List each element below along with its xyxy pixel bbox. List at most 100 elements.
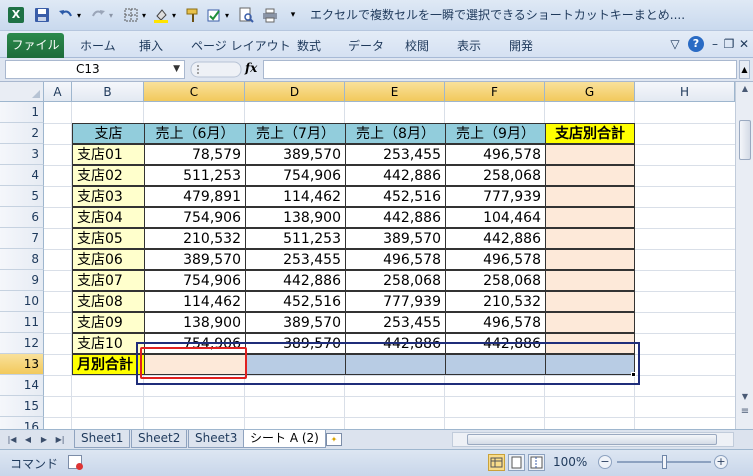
excel-logo-icon[interactable]: X [8, 7, 24, 23]
row-header-1[interactable]: 1 [0, 102, 44, 123]
split-vertical-icon[interactable]: ≡ [739, 406, 751, 417]
cell-e7[interactable]: 389,570 [345, 228, 446, 249]
cell-b5[interactable]: 支店03 [72, 186, 145, 207]
column-header-c[interactable]: C [144, 82, 245, 102]
sheet-tab-sheet1[interactable]: Sheet1 [74, 430, 131, 448]
cell-g5[interactable] [545, 186, 635, 207]
cell-d3[interactable]: 389,570 [245, 144, 346, 165]
sheet-tab-active[interactable]: シート A (2) [243, 430, 326, 448]
scroll-up-icon[interactable]: ▲ [739, 84, 751, 93]
cell-e4[interactable]: 442,886 [345, 165, 446, 186]
column-header-h[interactable]: H [635, 82, 735, 102]
first-sheet-icon[interactable]: |◀ [6, 433, 18, 447]
macro-record-icon[interactable] [68, 455, 83, 470]
cell-e5[interactable]: 452,516 [345, 186, 446, 207]
row-header-15[interactable]: 15 [0, 396, 44, 417]
normal-view-button[interactable] [488, 454, 505, 471]
column-header-g[interactable]: G [545, 82, 635, 102]
cell-e8[interactable]: 496,578 [345, 249, 446, 270]
sheet-tab-sheet3[interactable]: Sheet3 [188, 430, 245, 448]
cell-e3[interactable]: 253,455 [345, 144, 446, 165]
undo-icon[interactable] [58, 7, 74, 23]
column-header-e[interactable]: E [345, 82, 445, 102]
scroll-down-icon[interactable]: ▼ [739, 392, 751, 401]
cell-g10[interactable] [545, 291, 635, 312]
cell-g2[interactable]: 支店別合計 [545, 123, 635, 144]
cell-b2[interactable]: 支店 [72, 123, 145, 144]
cell-d7[interactable]: 511,253 [245, 228, 346, 249]
customize-toolbar-icon[interactable]: ▾ [288, 7, 298, 24]
zoom-slider-thumb[interactable] [662, 455, 667, 469]
cell-b12[interactable]: 支店10 [72, 333, 145, 354]
cell-d2[interactable]: 売上（7月） [245, 123, 346, 144]
zoom-level[interactable]: 100% [553, 455, 587, 469]
insert-function-icon[interactable]: fx [245, 61, 257, 75]
tab-data[interactable]: データ [348, 37, 384, 54]
vertical-scroll-thumb[interactable] [739, 120, 751, 160]
tab-insert[interactable]: 挿入 [139, 37, 163, 54]
name-box[interactable]: C13 ▼ [5, 60, 185, 79]
horizontal-scroll-thumb[interactable] [467, 434, 717, 445]
tab-view[interactable]: 表示 [457, 37, 481, 54]
restore-window-icon[interactable]: ❐ [722, 37, 736, 51]
row-header-4[interactable]: 4 [0, 165, 44, 186]
row-header-9[interactable]: 9 [0, 270, 44, 291]
format-painter-icon[interactable] [185, 7, 201, 23]
cell-c7[interactable]: 210,532 [144, 228, 246, 249]
redo-icon[interactable] [90, 7, 106, 23]
cell-g8[interactable] [545, 249, 635, 270]
cell-d4[interactable]: 754,906 [245, 165, 346, 186]
next-sheet-icon[interactable]: ▶ [38, 433, 50, 447]
cell-f10[interactable]: 210,532 [445, 291, 546, 312]
cell-b11[interactable]: 支店09 [72, 312, 145, 333]
cell-d9[interactable]: 442,886 [245, 270, 346, 291]
row-header-16[interactable]: 16 [0, 417, 44, 429]
cell-c11[interactable]: 138,900 [144, 312, 246, 333]
column-header-a[interactable]: A [44, 82, 72, 102]
cell-b9[interactable]: 支店07 [72, 270, 145, 291]
select-all-corner[interactable] [0, 82, 44, 102]
cell-b4[interactable]: 支店02 [72, 165, 145, 186]
cell-g9[interactable] [545, 270, 635, 291]
last-sheet-icon[interactable]: ▶| [54, 433, 66, 447]
cell-g11[interactable] [545, 312, 635, 333]
borders-dropdown-icon[interactable]: ▾ [140, 7, 148, 24]
cell-e9[interactable]: 258,068 [345, 270, 446, 291]
print-preview-icon[interactable] [238, 7, 254, 23]
zoom-out-button[interactable]: − [598, 455, 612, 469]
cell-f2[interactable]: 売上（9月） [445, 123, 546, 144]
help-icon[interactable]: ? [688, 36, 704, 52]
redo-dropdown-icon[interactable]: ▾ [107, 7, 115, 24]
cell-d8[interactable]: 253,455 [245, 249, 346, 270]
tab-file[interactable]: ファイル [7, 33, 64, 58]
fill-color-dropdown-icon[interactable]: ▾ [170, 7, 178, 24]
minimize-window-icon[interactable]: – [708, 37, 722, 51]
cell-e11[interactable]: 253,455 [345, 312, 446, 333]
cell-c8[interactable]: 389,570 [144, 249, 246, 270]
tab-review[interactable]: 校閲 [405, 37, 429, 54]
row-header-11[interactable]: 11 [0, 312, 44, 333]
cell-c9[interactable]: 754,906 [144, 270, 246, 291]
quick-print-icon[interactable] [262, 7, 278, 23]
row-header-6[interactable]: 6 [0, 207, 44, 228]
cell-b7[interactable]: 支店05 [72, 228, 145, 249]
tab-home[interactable]: ホーム [80, 37, 116, 54]
cell-d5[interactable]: 114,462 [245, 186, 346, 207]
name-box-dropdown-icon[interactable]: ▼ [173, 61, 180, 78]
spell-check-icon[interactable] [206, 7, 222, 23]
prev-sheet-icon[interactable]: ◀ [22, 433, 34, 447]
expand-formula-bar-icon[interactable]: ▲ [739, 60, 750, 79]
cell-c10[interactable]: 114,462 [144, 291, 246, 312]
column-header-b[interactable]: B [72, 82, 144, 102]
zoom-in-button[interactable]: + [714, 455, 728, 469]
cell-f4[interactable]: 258,068 [445, 165, 546, 186]
cell-e10[interactable]: 777,939 [345, 291, 446, 312]
formula-input[interactable] [263, 60, 737, 79]
cell-e2[interactable]: 売上（8月） [345, 123, 446, 144]
cell-g4[interactable] [545, 165, 635, 186]
cell-g6[interactable] [545, 207, 635, 228]
spell-check-dropdown-icon[interactable]: ▾ [223, 7, 231, 24]
cell-e6[interactable]: 442,886 [345, 207, 446, 228]
row-header-3[interactable]: 3 [0, 144, 44, 165]
row-header-8[interactable]: 8 [0, 249, 44, 270]
